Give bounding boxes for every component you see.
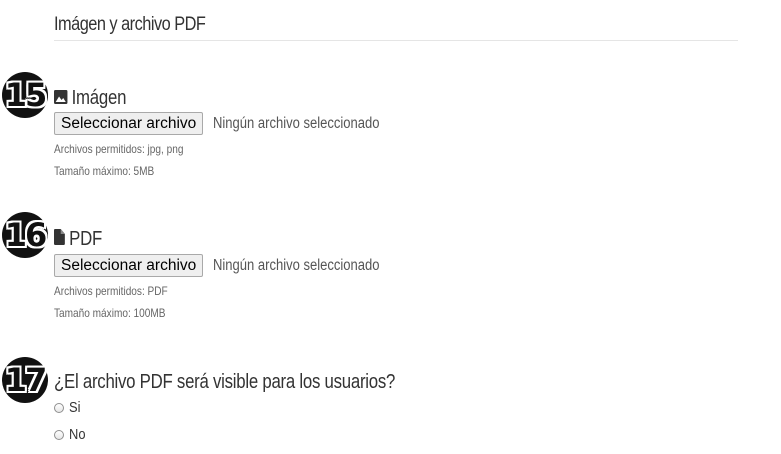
image-label-text: Imágen (71, 87, 127, 109)
pdf-label-text: PDF (69, 228, 102, 250)
radio-button[interactable] (54, 429, 64, 440)
pdf-file-status: Ningún archivo seleccionado (213, 257, 380, 274)
radio-label: Si (69, 399, 81, 416)
step-number: 15 (4, 76, 48, 114)
image-icon (54, 87, 68, 110)
pdf-allowed-types: Archivos permitidos: PDF (54, 284, 168, 298)
pdf-file-button[interactable]: Seleccionar archivo (54, 254, 204, 277)
step-badge-17: 17 (2, 357, 48, 403)
image-allowed-types: Archivos permitidos: jpg, png (54, 142, 184, 156)
step-badge-15: 15 (2, 72, 48, 118)
step-badge-16: 16 (2, 212, 48, 258)
radio-option-no[interactable]: No (54, 426, 88, 443)
pdf-max-size: Tamaño máximo: 100MB (54, 306, 166, 320)
image-max-size: Tamaño máximo: 5MB (54, 164, 155, 178)
image-field-label: Imágen (54, 87, 126, 110)
radio-button[interactable] (54, 402, 64, 413)
visibility-question-label: ¿El archivo PDF será visible para los us… (54, 371, 396, 393)
step-number: 16 (4, 216, 48, 254)
file-icon (54, 228, 65, 251)
section-divider (54, 40, 738, 41)
step-number: 17 (4, 361, 48, 399)
radio-option-si[interactable]: Si (54, 399, 82, 416)
radio-label: No (69, 426, 86, 443)
image-file-status: Ningún archivo seleccionado (213, 115, 380, 132)
pdf-field-label: PDF (54, 228, 102, 251)
section-title: Imágen y archivo PDF (54, 14, 206, 35)
image-file-button[interactable]: Seleccionar archivo (54, 112, 204, 135)
